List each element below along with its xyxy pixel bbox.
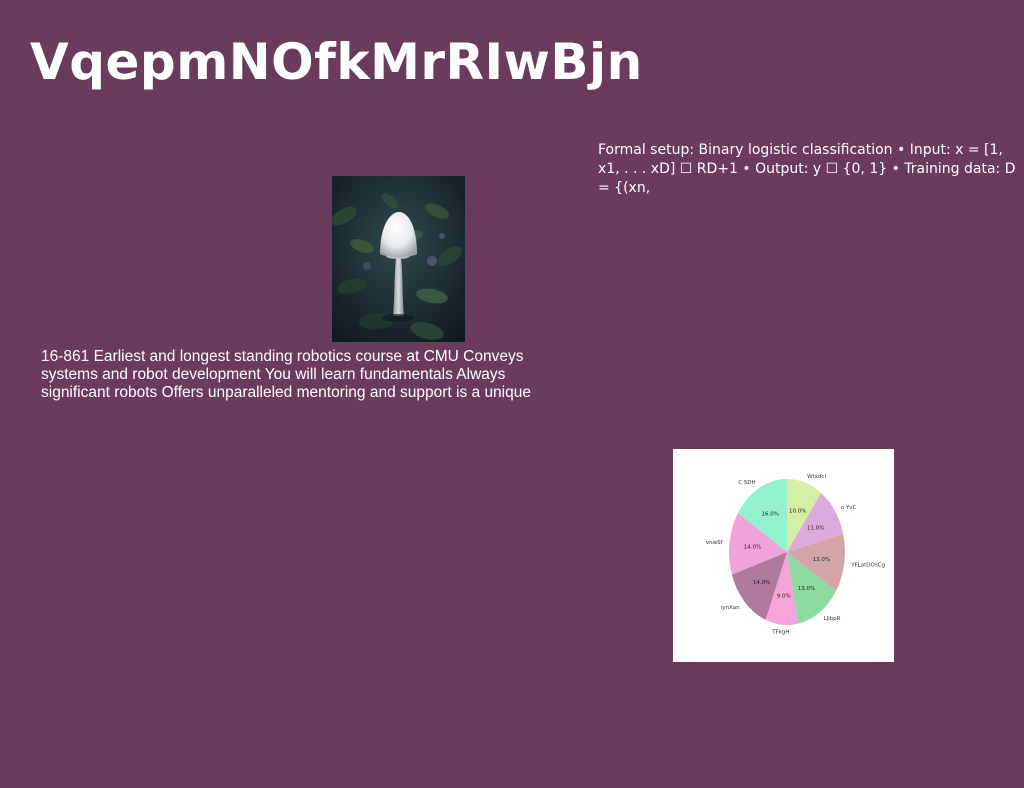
pie-slice-percent: 10.0% (789, 508, 806, 514)
pie-slice-percent: 14.0% (744, 545, 761, 551)
pie-slice-label: YFLatDOsCg (850, 563, 885, 569)
pie-chart-card: 10.0% Wtxdci 11.0% o YvC 13.0% YFLatDOsCg 13.0… (673, 449, 894, 662)
pie-slice-label: TFkgH (771, 630, 789, 636)
pie-slice-label: Wtxdci (807, 474, 826, 480)
pie-slice-label: C SDH (738, 480, 755, 486)
pie-slice-percent: 9.0% (777, 594, 791, 600)
pie-slice-label: vnwSf (706, 540, 724, 546)
pie-slice-label: iynXan (721, 605, 740, 611)
pie-slice-label: LjlbpR (824, 616, 841, 622)
mushroom-image (332, 176, 465, 342)
mushroom-photo (332, 176, 465, 342)
page-title: VqepmNOfkMrRIwBjn (30, 33, 643, 91)
pie-chart: 10.0% Wtxdci 11.0% o YvC 13.0% YFLatDOsCg 13.0… (706, 474, 885, 636)
formal-setup-text: Formal setup: Binary logistic classifica… (598, 142, 1020, 196)
pie-slice-percent: 13.0% (798, 586, 815, 592)
pie-slice-percent: 16.0% (761, 512, 778, 518)
pie-slice-percent: 13.0% (813, 557, 830, 563)
pie-slice-label: o YvC (841, 505, 857, 511)
pie-slice-percent: 14.0% (753, 580, 770, 586)
course-description: 16-861 Earliest and longest standing rob… (41, 348, 531, 401)
pie-slice-percent: 11.0% (807, 525, 824, 531)
